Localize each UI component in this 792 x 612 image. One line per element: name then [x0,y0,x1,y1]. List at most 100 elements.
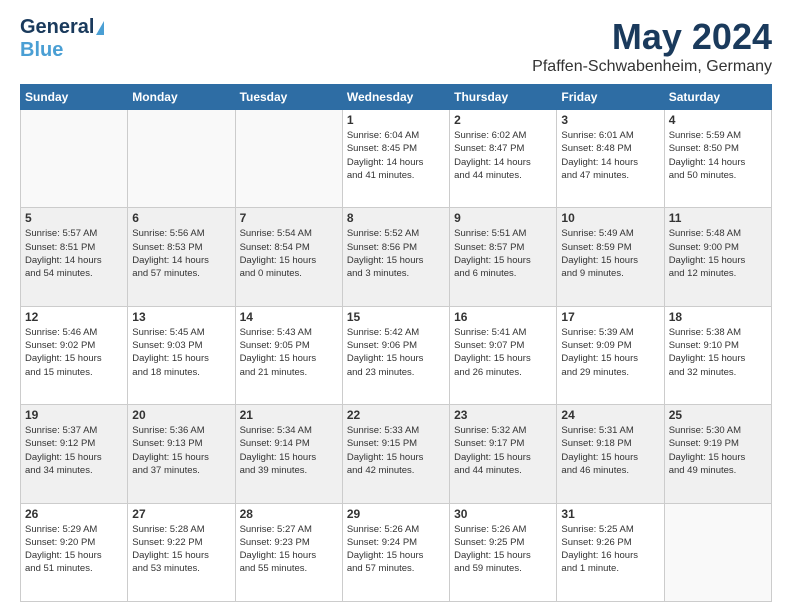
day-info: Sunrise: 5:32 AMSunset: 9:17 PMDaylight:… [454,424,552,477]
day-number: 15 [347,310,445,324]
location-title: Pfaffen-Schwabenheim, Germany [532,58,772,76]
calendar-week-4: 19Sunrise: 5:37 AMSunset: 9:12 PMDayligh… [21,405,772,503]
day-info: Sunrise: 6:04 AMSunset: 8:45 PMDaylight:… [347,129,445,182]
day-number: 6 [132,211,230,225]
day-number: 30 [454,507,552,521]
table-row: 6 Sunrise: 5:56 AMSunset: 8:53 PMDaylight… [128,208,235,306]
table-row: 12 Sunrise: 5:46 AMSunset: 9:02 PMDayligh… [21,306,128,404]
day-number: 10 [561,211,659,225]
table-row: 3 Sunrise: 6:01 AMSunset: 8:48 PMDaylight… [557,110,664,208]
logo-line2: Blue [20,39,63,62]
table-row [128,110,235,208]
day-number: 28 [240,507,338,521]
table-row: 25 Sunrise: 5:30 AMSunset: 9:19 PMDayligh… [664,405,771,503]
calendar-week-1: 1 Sunrise: 6:04 AMSunset: 8:45 PMDaylight… [21,110,772,208]
month-title: May 2024 [532,16,772,58]
day-info: Sunrise: 5:56 AMSunset: 8:53 PMDaylight:… [132,227,230,280]
table-row: 23 Sunrise: 5:32 AMSunset: 9:17 PMDayligh… [450,405,557,503]
day-number: 7 [240,211,338,225]
table-row: 18Sunrise: 5:38 AMSunset: 9:10 PMDayligh… [664,306,771,404]
day-number: 29 [347,507,445,521]
day-number: 19 [25,408,123,422]
day-number: 13 [132,310,230,324]
table-row: 14 Sunrise: 5:43 AMSunset: 9:05 PMDayligh… [235,306,342,404]
day-info: Sunrise: 5:46 AMSunset: 9:02 PMDaylight:… [25,326,123,379]
day-number: 5 [25,211,123,225]
day-info: Sunrise: 5:28 AMSunset: 9:22 PMDaylight:… [132,523,230,576]
day-number: 9 [454,211,552,225]
day-number: 27 [132,507,230,521]
table-row: 27 Sunrise: 5:28 AMSunset: 9:22 PMDayligh… [128,503,235,601]
day-number: 12 [25,310,123,324]
header: General Blue May 2024 Pfaffen-Schwabenhe… [20,16,772,76]
calendar-week-3: 12 Sunrise: 5:46 AMSunset: 9:02 PMDayligh… [21,306,772,404]
table-row: 4 Sunrise: 5:59 AMSunset: 8:50 PMDaylight… [664,110,771,208]
day-info: Sunrise: 5:43 AMSunset: 9:05 PMDaylight:… [240,326,338,379]
day-info: Sunrise: 5:48 AMSunset: 9:00 PMDaylight:… [669,227,767,280]
calendar-header-row: Sunday Monday Tuesday Wednesday Thursday… [21,85,772,110]
day-number: 26 [25,507,123,521]
calendar-week-5: 26 Sunrise: 5:29 AMSunset: 9:20 PMDayligh… [21,503,772,601]
day-info: Sunrise: 5:54 AMSunset: 8:54 PMDaylight:… [240,227,338,280]
header-monday: Monday [128,85,235,110]
day-info: Sunrise: 5:42 AMSunset: 9:06 PMDaylight:… [347,326,445,379]
day-number: 3 [561,113,659,127]
header-thursday: Thursday [450,85,557,110]
day-info: Sunrise: 5:36 AMSunset: 9:13 PMDaylight:… [132,424,230,477]
day-number: 2 [454,113,552,127]
day-number: 1 [347,113,445,127]
day-info: Sunrise: 5:25 AMSunset: 9:26 PMDaylight:… [561,523,659,576]
day-number: 4 [669,113,767,127]
day-number: 22 [347,408,445,422]
table-row [664,503,771,601]
day-number: 23 [454,408,552,422]
day-number: 20 [132,408,230,422]
title-block: May 2024 Pfaffen-Schwabenheim, Germany [532,16,772,76]
table-row: 7 Sunrise: 5:54 AMSunset: 8:54 PMDaylight… [235,208,342,306]
day-info: Sunrise: 5:26 AMSunset: 9:25 PMDaylight:… [454,523,552,576]
day-number: 16 [454,310,552,324]
header-friday: Friday [557,85,664,110]
day-number: 14 [240,310,338,324]
table-row: 31Sunrise: 5:25 AMSunset: 9:26 PMDayligh… [557,503,664,601]
day-info: Sunrise: 5:34 AMSunset: 9:14 PMDaylight:… [240,424,338,477]
day-info: Sunrise: 5:45 AMSunset: 9:03 PMDaylight:… [132,326,230,379]
day-info: Sunrise: 5:59 AMSunset: 8:50 PMDaylight:… [669,129,767,182]
page: General Blue May 2024 Pfaffen-Schwabenhe… [0,0,792,612]
table-row: 20 Sunrise: 5:36 AMSunset: 9:13 PMDayligh… [128,405,235,503]
calendar-week-2: 5 Sunrise: 5:57 AMSunset: 8:51 PMDaylight… [21,208,772,306]
day-info: Sunrise: 5:29 AMSunset: 9:20 PMDaylight:… [25,523,123,576]
logo-line1: General [20,16,104,39]
table-row: 10 Sunrise: 5:49 AMSunset: 8:59 PMDayligh… [557,208,664,306]
day-info: Sunrise: 5:38 AMSunset: 9:10 PMDaylight:… [669,326,767,379]
day-info: Sunrise: 5:31 AMSunset: 9:18 PMDaylight:… [561,424,659,477]
day-info: Sunrise: 5:27 AMSunset: 9:23 PMDaylight:… [240,523,338,576]
table-row: 26 Sunrise: 5:29 AMSunset: 9:20 PMDayligh… [21,503,128,601]
table-row: 17Sunrise: 5:39 AMSunset: 9:09 PMDayligh… [557,306,664,404]
table-row: 13 Sunrise: 5:45 AMSunset: 9:03 PMDayligh… [128,306,235,404]
day-info: Sunrise: 5:41 AMSunset: 9:07 PMDaylight:… [454,326,552,379]
header-tuesday: Tuesday [235,85,342,110]
table-row: 24 Sunrise: 5:31 AMSunset: 9:18 PMDayligh… [557,405,664,503]
day-info: Sunrise: 5:52 AMSunset: 8:56 PMDaylight:… [347,227,445,280]
table-row: 11 Sunrise: 5:48 AMSunset: 9:00 PMDayligh… [664,208,771,306]
day-number: 11 [669,211,767,225]
table-row: 5 Sunrise: 5:57 AMSunset: 8:51 PMDaylight… [21,208,128,306]
day-info: Sunrise: 5:57 AMSunset: 8:51 PMDaylight:… [25,227,123,280]
day-info: Sunrise: 5:30 AMSunset: 9:19 PMDaylight:… [669,424,767,477]
day-number: 8 [347,211,445,225]
day-info: Sunrise: 5:49 AMSunset: 8:59 PMDaylight:… [561,227,659,280]
calendar-table: Sunday Monday Tuesday Wednesday Thursday… [20,84,772,602]
table-row: 1 Sunrise: 6:04 AMSunset: 8:45 PMDaylight… [342,110,449,208]
table-row: 2Sunrise: 6:02 AMSunset: 8:47 PMDaylight… [450,110,557,208]
table-row: 22Sunrise: 5:33 AMSunset: 9:15 PMDayligh… [342,405,449,503]
day-number: 24 [561,408,659,422]
logo: General Blue [20,16,104,62]
table-row: 15 Sunrise: 5:42 AMSunset: 9:06 PMDayligh… [342,306,449,404]
table-row: 29Sunrise: 5:26 AMSunset: 9:24 PMDayligh… [342,503,449,601]
day-info: Sunrise: 6:01 AMSunset: 8:48 PMDaylight:… [561,129,659,182]
day-number: 25 [669,408,767,422]
day-info: Sunrise: 5:39 AMSunset: 9:09 PMDaylight:… [561,326,659,379]
logo-general: General [20,16,94,39]
table-row: 8 Sunrise: 5:52 AMSunset: 8:56 PMDaylight… [342,208,449,306]
